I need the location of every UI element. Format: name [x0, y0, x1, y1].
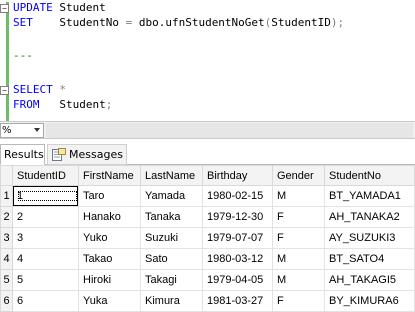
table-cell[interactable]: M	[272, 248, 325, 270]
row-number[interactable]: 5	[0, 269, 13, 291]
table-cell[interactable]: Hiroki	[78, 269, 141, 291]
column-header-firstname[interactable]: FirstName	[78, 165, 141, 186]
table-cell[interactable]: 6	[12, 290, 79, 312]
table-cell[interactable]: 1979-12-30	[202, 206, 273, 228]
row-number[interactable]: 2	[0, 206, 13, 228]
table-cell[interactable]: 1979-07-07	[202, 227, 273, 249]
table-cell[interactable]: AY_SUZUKI3	[324, 227, 415, 249]
table-cell[interactable]: F	[272, 227, 325, 249]
code-line-4: ---	[13, 48, 33, 63]
collapse-icon[interactable]: −	[0, 4, 9, 13]
table-cell[interactable]: BT_YAMADA1	[324, 185, 415, 207]
results-tabbar: Results Messages	[0, 139, 415, 165]
table-cell[interactable]: 3	[12, 227, 79, 249]
table-cell[interactable]: Takagi	[140, 269, 203, 291]
code-line-6: SELECT *	[13, 82, 66, 97]
row-number[interactable]: 6	[0, 290, 13, 312]
row-number[interactable]: 1	[0, 185, 13, 207]
sql-text: StudentNo	[32, 16, 126, 29]
table-cell[interactable]: 1980-03-12	[202, 248, 273, 270]
sql-function: dbo.ufnStudentNoGet	[132, 16, 265, 29]
table-cell[interactable]: Yuko	[78, 227, 141, 249]
table-cell[interactable]: Hanako	[78, 206, 141, 228]
table-cell[interactable]: Yamada	[140, 185, 203, 207]
cell-value: 1	[17, 190, 78, 202]
collapse-icon[interactable]: −	[0, 86, 9, 95]
table-cell[interactable]: Taro	[78, 185, 141, 207]
table-cell[interactable]: 1	[12, 185, 79, 207]
sql-text: Student	[39, 98, 106, 111]
table-cell[interactable]: M	[272, 185, 325, 207]
sql-text: *	[52, 83, 66, 96]
code-line-2: SET StudentNo = dbo.ufnStudentNoGet(Stud…	[13, 15, 344, 30]
column-header-lastname[interactable]: LastName	[140, 165, 203, 186]
sql-editor[interactable]: − − UPDATE Student SET StudentNo = dbo.u…	[0, 0, 415, 121]
sql-comment: ---	[13, 49, 33, 62]
code-line-1: UPDATE Student	[13, 0, 106, 15]
results-table: StudentID FirstName LastName Birthday Ge…	[0, 165, 415, 312]
table-cell[interactable]: Kimura	[140, 290, 203, 312]
table-cell[interactable]: AH_TAKAGI5	[324, 269, 415, 291]
grid-corner[interactable]	[0, 165, 13, 186]
table-cell[interactable]: F	[272, 206, 325, 228]
column-header-birthday[interactable]: Birthday	[202, 165, 273, 186]
sql-keyword: FROM	[13, 98, 40, 111]
code-line-7: FROM Student;	[13, 97, 112, 112]
table-cell[interactable]: 1981-03-27	[202, 290, 273, 312]
sql-keyword: SET	[13, 16, 33, 29]
row-number[interactable]: 4	[0, 248, 13, 270]
table-cell[interactable]: F	[272, 290, 325, 312]
table-cell[interactable]: AH_TANAKA2	[324, 206, 415, 228]
table-cell[interactable]: M	[272, 269, 325, 291]
tab-messages-label: Messages	[69, 148, 123, 161]
table-cell[interactable]: BY_KIMURA6	[324, 290, 415, 312]
table-cell[interactable]: 1979-04-05	[202, 269, 273, 291]
sql-keyword: UPDATE	[13, 1, 53, 14]
table-row: 5 5 Hiroki Takagi 1979-04-05 M AH_TAKAGI…	[0, 269, 415, 291]
tab-messages[interactable]: Messages	[47, 144, 127, 165]
table-cell[interactable]: Yuka	[78, 290, 141, 312]
messages-icon	[52, 147, 66, 161]
row-number[interactable]: 3	[0, 227, 13, 249]
table-cell[interactable]: 5	[12, 269, 79, 291]
column-header-studentid[interactable]: StudentID	[12, 165, 79, 186]
table-cell[interactable]: Tanaka	[140, 206, 203, 228]
table-cell[interactable]: 1980-02-15	[202, 185, 273, 207]
table-row: 1 1 Taro Yamada 1980-02-15 M BT_YAMADA1	[0, 185, 415, 207]
results-grid[interactable]: StudentID FirstName LastName Birthday Ge…	[0, 165, 415, 312]
table-cell[interactable]: BT_SATO4	[324, 248, 415, 270]
sql-arg: StudentID	[271, 16, 331, 29]
change-marker-bar	[6, 2, 9, 121]
table-row: 2 2 Hanako Tanaka 1979-12-30 F AH_TANAKA…	[0, 206, 415, 228]
sql-semicolon: ;	[105, 98, 113, 111]
grid-header-row: StudentID FirstName LastName Birthday Ge…	[0, 165, 415, 186]
tab-results[interactable]: Results	[0, 144, 45, 165]
sql-paren: )	[330, 16, 338, 29]
table-cell[interactable]: Takao	[78, 248, 141, 270]
table-cell[interactable]: Suzuki	[140, 227, 203, 249]
zoom-value: %	[2, 125, 12, 136]
sql-keyword: SELECT	[13, 83, 53, 96]
zoom-dropdown[interactable]: %	[0, 123, 44, 138]
horizontal-scrollbar[interactable]	[46, 123, 413, 138]
column-header-studentno[interactable]: StudentNo	[324, 165, 415, 186]
chevron-down-icon	[34, 128, 40, 132]
table-cell[interactable]: Sato	[140, 248, 203, 270]
sql-semicolon: ;	[337, 16, 345, 29]
table-row: 3 3 Yuko Suzuki 1979-07-07 F AY_SUZUKI3	[0, 227, 415, 249]
sql-text: Student	[52, 1, 106, 14]
table-row: 6 6 Yuka Kimura 1981-03-27 F BY_KIMURA6	[0, 290, 415, 312]
column-header-gender[interactable]: Gender	[272, 165, 325, 186]
table-cell[interactable]: 4	[12, 248, 79, 270]
editor-status-strip: %	[0, 121, 415, 139]
table-cell[interactable]: 2	[12, 206, 79, 228]
table-row: 4 4 Takao Sato 1980-03-12 M BT_SATO4	[0, 248, 415, 270]
tab-results-label: Results	[4, 148, 44, 161]
